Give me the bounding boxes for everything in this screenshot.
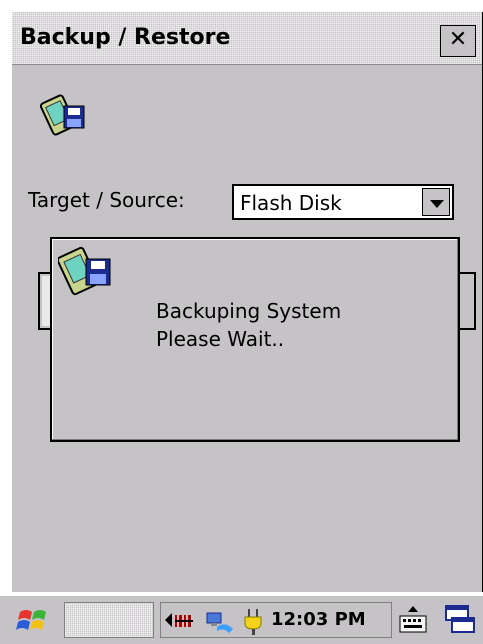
- backup-restore-window: Backup / Restore ✕ Target / Source: Flas…: [12, 12, 483, 592]
- target-source-label: Target / Source:: [28, 188, 185, 212]
- close-button[interactable]: ✕: [440, 25, 476, 57]
- input-panel-button[interactable]: [64, 602, 154, 638]
- taskbar-clock[interactable]: 12:03 PM: [271, 609, 366, 630]
- screen: Backup / Restore ✕ Target / Source: Flas…: [0, 0, 483, 644]
- window-title: Backup / Restore: [20, 25, 231, 50]
- target-source-dropdown[interactable]: Flash Disk: [232, 184, 454, 220]
- keyboard-icon[interactable]: [398, 604, 428, 636]
- system-tray: 12:03 PM: [160, 602, 392, 638]
- dialog-message-line2: Please Wait..: [156, 327, 285, 351]
- power-icon[interactable]: [243, 607, 265, 637]
- barcode-icon[interactable]: [175, 611, 195, 631]
- tray-scroll-left-icon[interactable]: [165, 613, 172, 627]
- target-source-value: Flash Disk: [240, 191, 342, 215]
- network-icon[interactable]: [203, 609, 235, 635]
- title-bar: Backup / Restore ✕: [12, 12, 482, 65]
- pda-backup-icon: [40, 94, 85, 136]
- start-icon[interactable]: [16, 604, 54, 638]
- backup-progress-dialog: Backuping System Please Wait..: [50, 237, 460, 442]
- dropdown-arrow-button[interactable]: [422, 188, 450, 216]
- desktop-icon[interactable]: [440, 604, 480, 636]
- dialog-message-line1: Backuping System: [156, 299, 342, 323]
- pda-backup-icon: [58, 246, 111, 296]
- chevron-down-icon: [430, 200, 444, 208]
- taskbar: 12:03 PM: [0, 594, 483, 644]
